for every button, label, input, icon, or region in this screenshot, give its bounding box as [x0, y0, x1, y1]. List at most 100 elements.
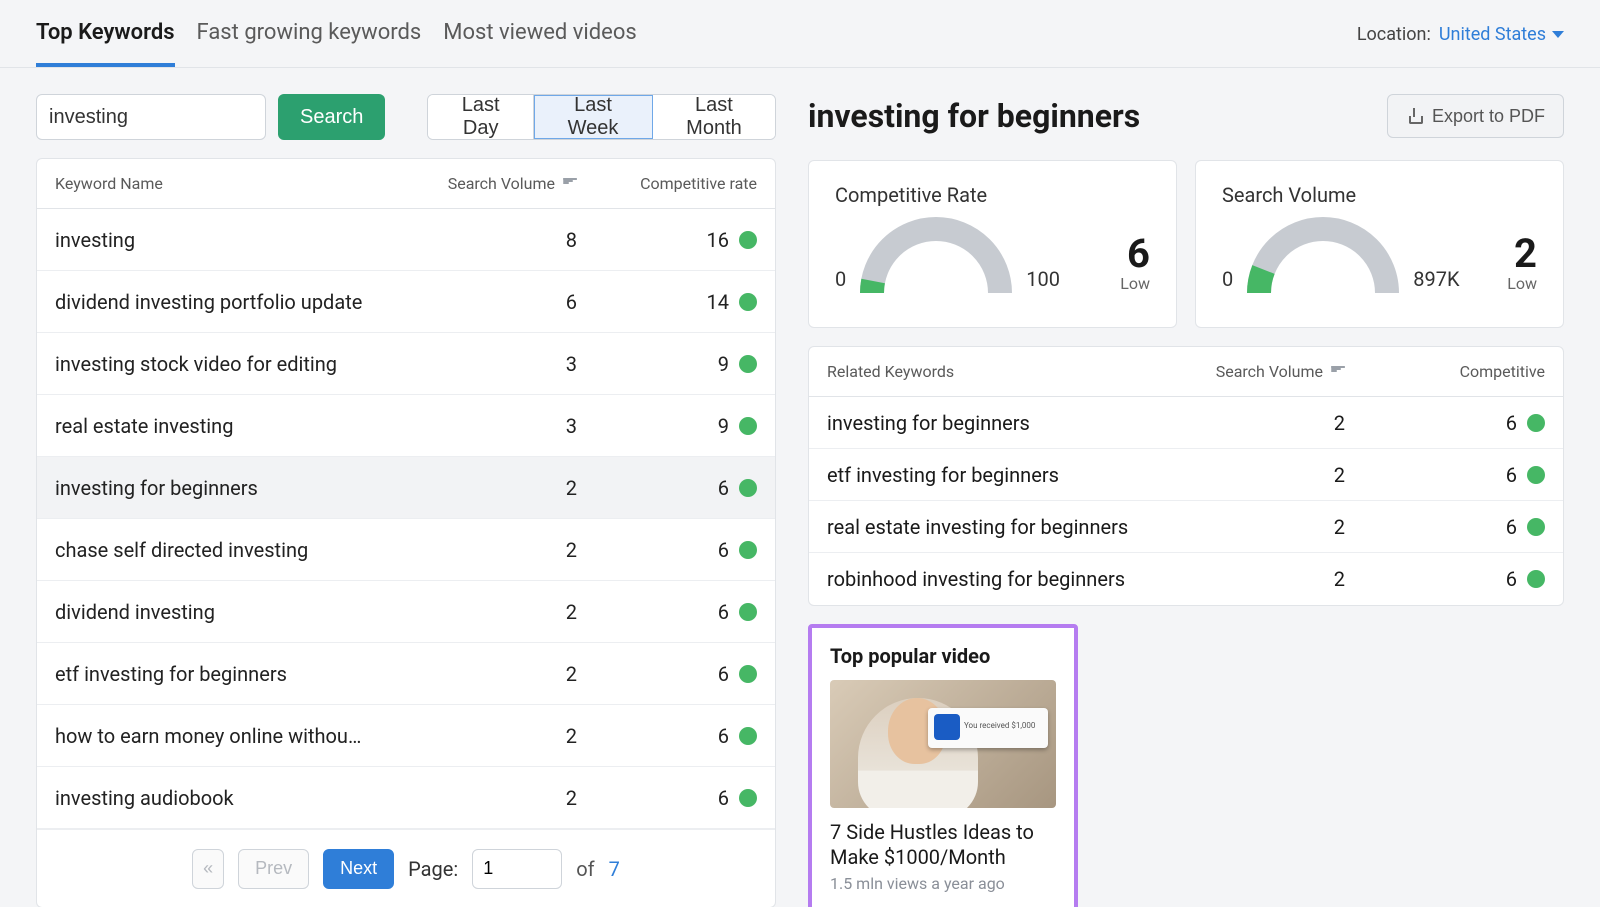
cell-volume: 6 [407, 290, 577, 314]
range-last-day[interactable]: Last Day [428, 95, 534, 139]
status-dot-icon [739, 231, 757, 249]
table-row[interactable]: etf investing for beginners26 [37, 643, 775, 705]
search-button[interactable]: Search [278, 94, 385, 140]
cell-keyword: investing stock video for editing [55, 352, 407, 376]
export-icon [1406, 108, 1422, 124]
related-row[interactable]: investing for beginners26 [809, 397, 1563, 449]
cell-related-competitive: 6 [1345, 567, 1545, 591]
cell-volume: 2 [407, 662, 577, 686]
cell-keyword: investing for beginners [55, 476, 407, 500]
table-row[interactable]: dividend investing portfolio update614 [37, 271, 775, 333]
status-dot-icon [1527, 414, 1545, 432]
cell-competitive: 6 [577, 786, 757, 810]
location-value[interactable]: United States [1439, 24, 1564, 45]
table-row[interactable]: investing for beginners26 [37, 457, 775, 519]
cell-competitive: 16 [577, 228, 757, 252]
table-row[interactable]: investing audiobook26 [37, 767, 775, 829]
related-row[interactable]: robinhood investing for beginners26 [809, 553, 1563, 605]
col-related-name[interactable]: Related Keywords [827, 362, 1145, 381]
cell-keyword: etf investing for beginners [55, 662, 407, 686]
cell-related-keyword: real estate investing for beginners [827, 515, 1145, 539]
gauge-note: Low [1120, 274, 1150, 293]
table-header: Keyword Name Search Volume Competitive r… [37, 159, 775, 209]
cell-related-keyword: robinhood investing for beginners [827, 567, 1145, 591]
page-total[interactable]: 7 [609, 857, 620, 881]
table-row[interactable]: investing stock video for editing39 [37, 333, 775, 395]
status-dot-icon [739, 789, 757, 807]
cell-related-competitive: 6 [1345, 411, 1545, 435]
table-row[interactable]: real estate investing39 [37, 395, 775, 457]
cell-related-competitive: 6 [1345, 463, 1545, 487]
status-dot-icon [739, 603, 757, 621]
page-input[interactable] [472, 849, 562, 889]
table-row[interactable]: chase self directed investing26 [37, 519, 775, 581]
status-dot-icon [1527, 466, 1545, 484]
gauge-max: 100 [1026, 267, 1060, 293]
page-of: of [576, 857, 594, 881]
table-row[interactable]: how to earn money online withou…26 [37, 705, 775, 767]
status-dot-icon [739, 355, 757, 373]
table-row[interactable]: investing816 [37, 209, 775, 271]
location-label: Location: [1357, 24, 1431, 45]
range-last-month[interactable]: Last Month [653, 95, 775, 139]
cell-keyword: investing audiobook [55, 786, 407, 810]
cell-related-keyword: investing for beginners [827, 411, 1145, 435]
export-button[interactable]: Export to PDF [1387, 94, 1564, 138]
tab-fast-growing-keywords[interactable]: Fast growing keywords [197, 20, 422, 67]
gauge-meter [856, 213, 1016, 293]
detail-title: investing for beginners [808, 97, 1140, 135]
video-title: 7 Side Hustles Ideas to Make $1000/Month [830, 820, 1056, 870]
col-competitive-rate[interactable]: Competitive rate [577, 174, 757, 193]
col-keyword-name[interactable]: Keyword Name [55, 174, 407, 193]
related-row[interactable]: etf investing for beginners26 [809, 449, 1563, 501]
competitive-gauge-card: Competitive Rate 0 100 6 Low [808, 160, 1177, 328]
pagination: « Prev Next Page: of 7 [37, 829, 775, 907]
first-page-button[interactable]: « [192, 849, 224, 889]
top-bar: Top Keywords Fast growing keywords Most vi… [0, 0, 1600, 68]
cell-competitive: 6 [577, 600, 757, 624]
related-row[interactable]: real estate investing for beginners26 [809, 501, 1563, 553]
tab-most-viewed-videos[interactable]: Most viewed videos [443, 20, 636, 67]
col-related-competitive[interactable]: Competitive [1345, 362, 1545, 381]
col-search-volume[interactable]: Search Volume [407, 174, 577, 193]
status-dot-icon [1527, 570, 1545, 588]
search-input[interactable] [36, 94, 266, 140]
cell-volume: 3 [407, 414, 577, 438]
status-dot-icon [739, 665, 757, 683]
cell-related-volume: 2 [1145, 567, 1345, 591]
cell-related-keyword: etf investing for beginners [827, 463, 1145, 487]
cell-volume: 2 [407, 600, 577, 624]
search-row: Search Last DayLast WeekLast Month [36, 94, 776, 140]
gauge-min: 0 [835, 267, 846, 293]
top-video-card[interactable]: Top popular video 7 Side Hustles Ideas t… [808, 624, 1078, 907]
cell-competitive: 6 [577, 476, 757, 500]
gauges-row: Competitive Rate 0 100 6 Low [808, 160, 1564, 328]
cell-keyword: how to earn money online withou… [55, 724, 407, 748]
status-dot-icon [739, 541, 757, 559]
cell-related-volume: 2 [1145, 515, 1345, 539]
cell-keyword: real estate investing [55, 414, 407, 438]
gauge-meter [1243, 213, 1403, 293]
col-related-volume[interactable]: Search Volume [1145, 362, 1345, 381]
next-page-button[interactable]: Next [323, 849, 394, 889]
cell-keyword: chase self directed investing [55, 538, 407, 562]
cell-keyword: dividend investing [55, 600, 407, 624]
tab-top-keywords[interactable]: Top Keywords [36, 20, 175, 67]
cell-competitive: 9 [577, 352, 757, 376]
sort-icon [1331, 366, 1345, 378]
cell-volume: 3 [407, 352, 577, 376]
keywords-table: Keyword Name Search Volume Competitive r… [36, 158, 776, 907]
video-thumbnail [830, 680, 1056, 808]
gauge-title: Competitive Rate [835, 183, 1150, 207]
cell-competitive: 9 [577, 414, 757, 438]
cell-related-competitive: 6 [1345, 515, 1545, 539]
gauge-value: 6 [1120, 234, 1150, 274]
prev-page-button[interactable]: Prev [238, 849, 309, 889]
cell-volume: 2 [407, 786, 577, 810]
range-last-week[interactable]: Last Week [534, 95, 653, 139]
sort-icon [563, 178, 577, 190]
export-label: Export to PDF [1432, 106, 1545, 127]
cell-volume: 8 [407, 228, 577, 252]
status-dot-icon [739, 479, 757, 497]
table-row[interactable]: dividend investing26 [37, 581, 775, 643]
